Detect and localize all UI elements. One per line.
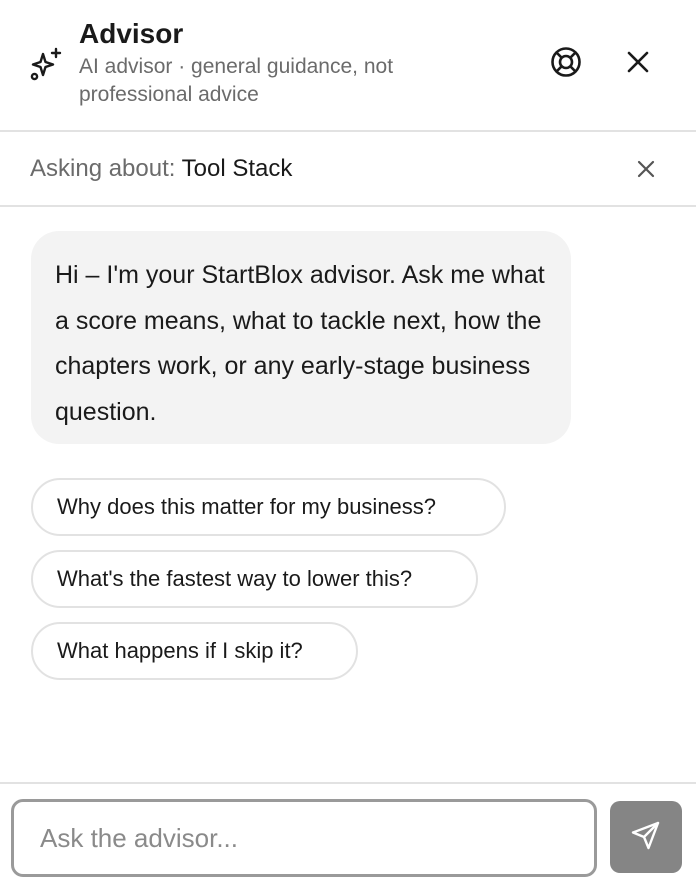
advisor-panel: Advisor AI advisor · general guidance, n… (0, 0, 696, 888)
advisor-input[interactable] (11, 799, 597, 877)
close-icon (626, 50, 650, 79)
context-topic: Tool Stack (181, 155, 293, 182)
send-icon (630, 819, 662, 856)
close-icon (637, 160, 655, 183)
suggestion-chip[interactable]: What happens if I skip it? (31, 622, 358, 680)
composer (0, 782, 696, 888)
help-button[interactable] (546, 44, 586, 84)
send-button[interactable] (610, 801, 682, 873)
panel-title: Advisor (79, 18, 184, 49)
suggestion-chip[interactable]: Why does this matter for my business? (31, 478, 506, 536)
context-text: Asking about: Tool Stack (30, 155, 292, 183)
context-bar: Asking about: Tool Stack (0, 133, 696, 207)
clear-context-button[interactable] (630, 155, 662, 187)
context-label: Asking about: (30, 155, 176, 182)
panel-subtitle: AI advisor · general guidance, not profe… (79, 55, 394, 106)
assistant-message: Hi – I'm your StartBlox advisor. Ask me … (31, 231, 571, 444)
sparkle-icon (28, 46, 64, 82)
advisor-header: Advisor AI advisor · general guidance, n… (0, 0, 696, 132)
close-button[interactable] (618, 44, 658, 84)
lifebuoy-icon (549, 45, 583, 84)
suggestion-chip[interactable]: What's the fastest way to lower this? (31, 550, 478, 608)
